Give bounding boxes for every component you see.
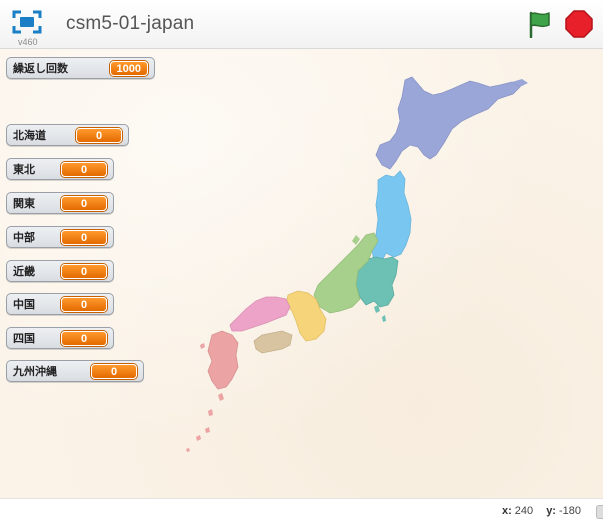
monitor-label: 北海道 — [13, 129, 46, 142]
mouse-coordinates: x: 240 y: -180 — [502, 505, 581, 517]
stop-icon — [565, 10, 593, 38]
project-title: csm5-01-japan — [66, 13, 195, 34]
monitor-value: 0 — [61, 330, 107, 346]
monitor-value: 0 — [61, 229, 107, 245]
player-footer: x: 240 y: -180 — [0, 498, 603, 526]
region-chugoku — [229, 296, 291, 332]
monitor-value: 0 — [61, 296, 107, 312]
stop-button[interactable] — [565, 10, 593, 38]
scratch-player-window: v460 csm5-01-japan 繰返し回数 1000 北海道 0 東北 0… — [0, 0, 603, 526]
monitor-chugoku[interactable]: 中国 0 — [6, 293, 114, 315]
monitor-label: 関東 — [13, 197, 35, 210]
monitor-label: 四国 — [13, 332, 35, 345]
monitor-chubu[interactable]: 中部 0 — [6, 226, 114, 248]
region-shikoku — [253, 330, 293, 354]
monitor-tohoku[interactable]: 東北 0 — [6, 158, 114, 180]
monitor-value: 0 — [91, 363, 137, 379]
x-label: x: — [501, 505, 512, 517]
version-label: v460 — [18, 37, 38, 47]
player-header: v460 csm5-01-japan — [0, 0, 603, 49]
monitor-value: 0 — [61, 263, 107, 279]
monitor-value: 0 — [76, 127, 122, 143]
monitor-hokkaido[interactable]: 北海道 0 — [6, 124, 129, 146]
y-value: -180 — [558, 505, 581, 517]
region-kyushu — [207, 330, 239, 390]
monitor-label: 中国 — [13, 298, 35, 311]
monitor-label: 東北 — [13, 163, 35, 176]
monitor-value: 1000 — [109, 60, 148, 76]
monitor-label: 繰返し回数 — [13, 62, 68, 75]
monitor-label: 九州沖縄 — [13, 365, 57, 378]
green-flag-button[interactable] — [526, 10, 552, 39]
green-flag-icon — [529, 11, 550, 39]
monitor-repeat-count[interactable]: 繰返し回数 1000 — [6, 57, 155, 79]
stage[interactable]: 繰返し回数 1000 北海道 0 東北 0 関東 0 中部 0 近畿 0 中国 … — [0, 49, 603, 498]
y-label: y: — [546, 505, 556, 517]
region-hokkaido — [375, 76, 521, 170]
fullscreen-button[interactable] — [12, 10, 42, 34]
monitor-shikoku[interactable]: 四国 0 — [6, 327, 114, 349]
monitor-kanto[interactable]: 関東 0 — [6, 192, 114, 214]
monitor-value: 0 — [61, 195, 107, 211]
x-value: 240 — [514, 505, 534, 517]
monitor-label: 中部 — [13, 231, 35, 244]
fullscreen-icon — [12, 10, 42, 34]
region-tohoku — [371, 170, 412, 264]
scroll-handle[interactable] — [596, 505, 603, 519]
monitor-kinki[interactable]: 近畿 0 — [6, 260, 114, 282]
monitor-label: 近畿 — [13, 265, 35, 278]
monitor-value: 0 — [61, 161, 107, 177]
monitor-kyushu-okinawa[interactable]: 九州沖縄 0 — [6, 360, 144, 382]
